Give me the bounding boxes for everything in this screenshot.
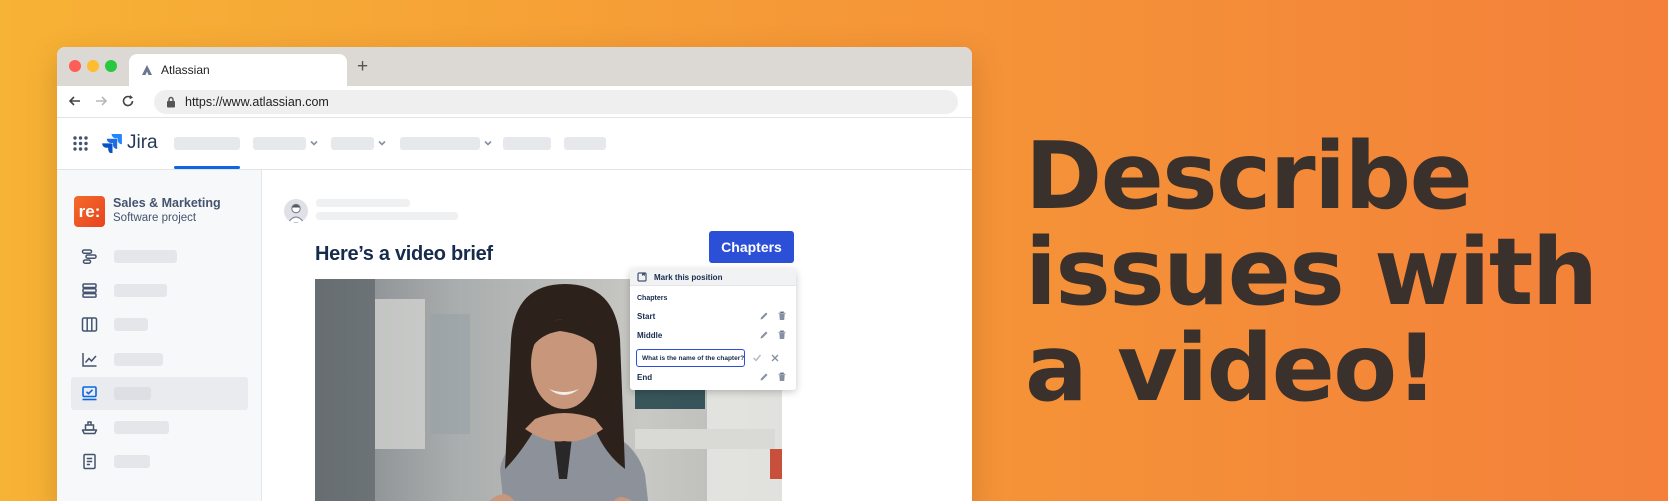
nav-item-placeholder[interactable] [174, 137, 240, 150]
chevron-down-icon [310, 140, 318, 146]
mark-position-label: Mark this position [654, 272, 723, 282]
page-title: Here’s a video brief [315, 243, 493, 265]
nav-item-placeholder[interactable] [564, 137, 606, 150]
delete-icon[interactable] [777, 372, 787, 382]
sidebar-item-placeholder [114, 250, 177, 263]
main-content: Here’s a video brief Chapters Mark this … [263, 170, 972, 501]
edit-icon[interactable] [759, 311, 769, 321]
timestamp-placeholder [316, 212, 458, 220]
author-name-placeholder [316, 199, 410, 207]
roadmap-icon [81, 249, 97, 264]
browser-tab[interactable]: Atlassian [129, 54, 347, 86]
atlassian-logo-icon [142, 65, 152, 75]
confirm-icon[interactable] [752, 353, 762, 363]
releases-icon [81, 421, 98, 435]
sidebar-item-video-brief[interactable] [71, 377, 248, 410]
delete-icon[interactable] [777, 311, 787, 321]
chapters-button[interactable]: Chapters [709, 231, 794, 263]
chapter-row[interactable]: Start [637, 310, 787, 322]
project-logo: re: [74, 196, 105, 227]
sidebar-item-placeholder [114, 455, 150, 468]
sidebar-item-placeholder [114, 353, 163, 366]
bookmark-icon [637, 272, 647, 282]
headline-line: issues with [1025, 218, 1598, 326]
jira-logo-icon [102, 134, 122, 153]
jira-top-nav: Jira [57, 118, 972, 170]
headline-line: a video! [1025, 314, 1438, 422]
address-bar: https://www.atlassian.com [57, 86, 972, 118]
tab-bar: Atlassian + [57, 47, 972, 86]
browser-window: Atlassian + https://www.atlassian.com Ji… [57, 47, 972, 501]
url-text: https://www.atlassian.com [185, 95, 329, 109]
chapter-name-input[interactable] [636, 349, 745, 367]
sidebar-item-placeholder [114, 421, 169, 434]
nav-item-placeholder[interactable] [331, 137, 374, 150]
sidebar-item-roadmap[interactable] [71, 240, 248, 273]
nav-item-placeholder[interactable] [253, 137, 306, 150]
edit-icon[interactable] [759, 372, 769, 382]
mark-position-header[interactable]: Mark this position [630, 269, 796, 286]
delete-icon[interactable] [777, 330, 787, 340]
promo-headline: Describe issues with a video! [1025, 128, 1645, 416]
tab-title: Atlassian [161, 63, 210, 77]
chevron-down-icon [378, 140, 386, 146]
cancel-icon[interactable] [770, 353, 780, 363]
sidebar-item-board[interactable] [71, 308, 248, 341]
chapters-subheader: Chapters [637, 295, 668, 302]
sidebar-item-placeholder [114, 387, 151, 400]
app-switcher-icon[interactable] [73, 136, 88, 151]
maximize-window-button[interactable] [105, 60, 117, 72]
board-icon [81, 317, 98, 332]
chapter-label: End [637, 372, 653, 382]
chapters-panel: Mark this position Chapters Start Middle [630, 269, 796, 390]
sidebar-item-pages[interactable] [71, 445, 248, 478]
pages-icon [83, 453, 96, 470]
project-name[interactable]: Sales & Marketing [113, 196, 221, 210]
sidebar-item-releases[interactable] [71, 411, 248, 444]
back-icon[interactable] [65, 91, 85, 111]
sidebar-item-backlog[interactable] [71, 274, 248, 307]
url-field[interactable]: https://www.atlassian.com [154, 90, 958, 114]
minimize-window-button[interactable] [87, 60, 99, 72]
chapter-row[interactable]: Middle [637, 329, 787, 341]
chevron-down-icon [484, 140, 492, 146]
chapter-label: Start [637, 311, 656, 321]
nav-item-placeholder[interactable] [400, 137, 480, 150]
reports-icon [82, 353, 97, 367]
sidebar-item-reports[interactable] [71, 343, 248, 376]
sidebar-item-placeholder [114, 318, 148, 331]
lock-icon [167, 96, 175, 108]
forward-icon[interactable] [91, 91, 111, 111]
chapter-row[interactable]: End [637, 371, 787, 383]
backlog-icon [82, 283, 97, 298]
nav-item-placeholder[interactable] [503, 137, 551, 150]
edit-icon[interactable] [759, 330, 769, 340]
close-window-button[interactable] [69, 60, 81, 72]
jira-logo-text: Jira [127, 132, 158, 153]
headline-line: Describe [1025, 122, 1473, 230]
project-sidebar: re: Sales & Marketing Software project [57, 170, 262, 501]
active-nav-indicator [174, 166, 240, 169]
video-brief-icon [82, 386, 97, 401]
project-type: Software project [113, 212, 197, 224]
new-tab-button[interactable]: + [357, 57, 368, 76]
sidebar-item-placeholder [114, 284, 167, 297]
reload-icon[interactable] [118, 91, 138, 111]
avatar[interactable] [284, 199, 308, 223]
jira-logo[interactable]: Jira [102, 132, 158, 154]
chapter-label: Middle [637, 330, 663, 340]
